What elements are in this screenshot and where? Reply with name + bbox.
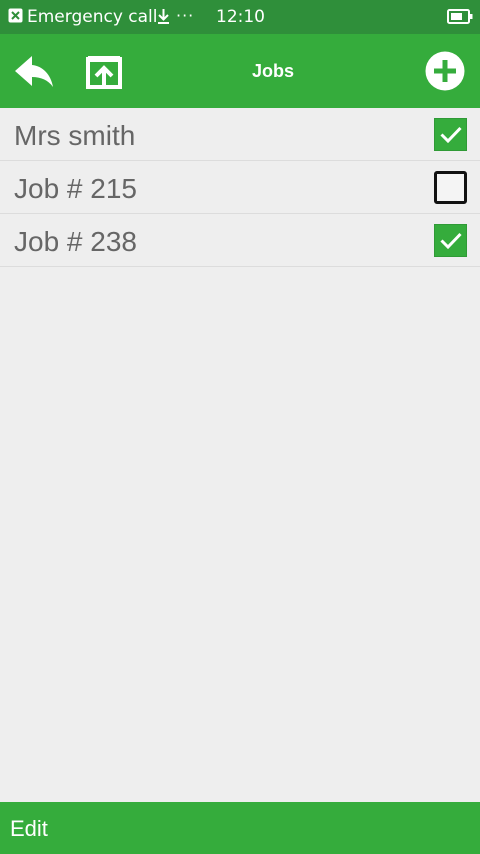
battery-icon [447,9,473,24]
carrier-label: Emergency call [27,7,158,27]
status-bar: Emergency call ··· 12:10 [0,0,480,34]
list-item[interactable]: Job # 238 [0,214,480,267]
bottom-bar: Edit [0,802,480,854]
job-label: Mrs smith [14,120,136,151]
back-icon[interactable] [12,52,56,92]
job-checkbox[interactable] [434,118,467,151]
download-icon [158,9,169,24]
sim-icon [8,8,23,23]
list-item[interactable]: Job # 215 [0,161,480,214]
checkmark-icon [440,232,462,249]
checkmark-icon [440,126,462,143]
job-label: Job # 238 [14,226,137,257]
edit-button[interactable]: Edit [10,816,48,842]
more-icon: ··· [176,6,195,25]
job-checkbox[interactable] [434,224,467,257]
list-item[interactable]: Mrs smith [0,108,480,161]
app-toolbar: Jobs [0,34,480,108]
job-checkbox[interactable] [434,171,467,204]
share-icon[interactable] [82,51,126,93]
job-label: Job # 215 [14,173,137,204]
clock: 12:10 [216,7,265,27]
add-icon[interactable] [425,51,465,91]
page-title: Jobs [252,61,295,81]
job-list: Mrs smith Job # 215 Job # 238 [0,108,480,267]
